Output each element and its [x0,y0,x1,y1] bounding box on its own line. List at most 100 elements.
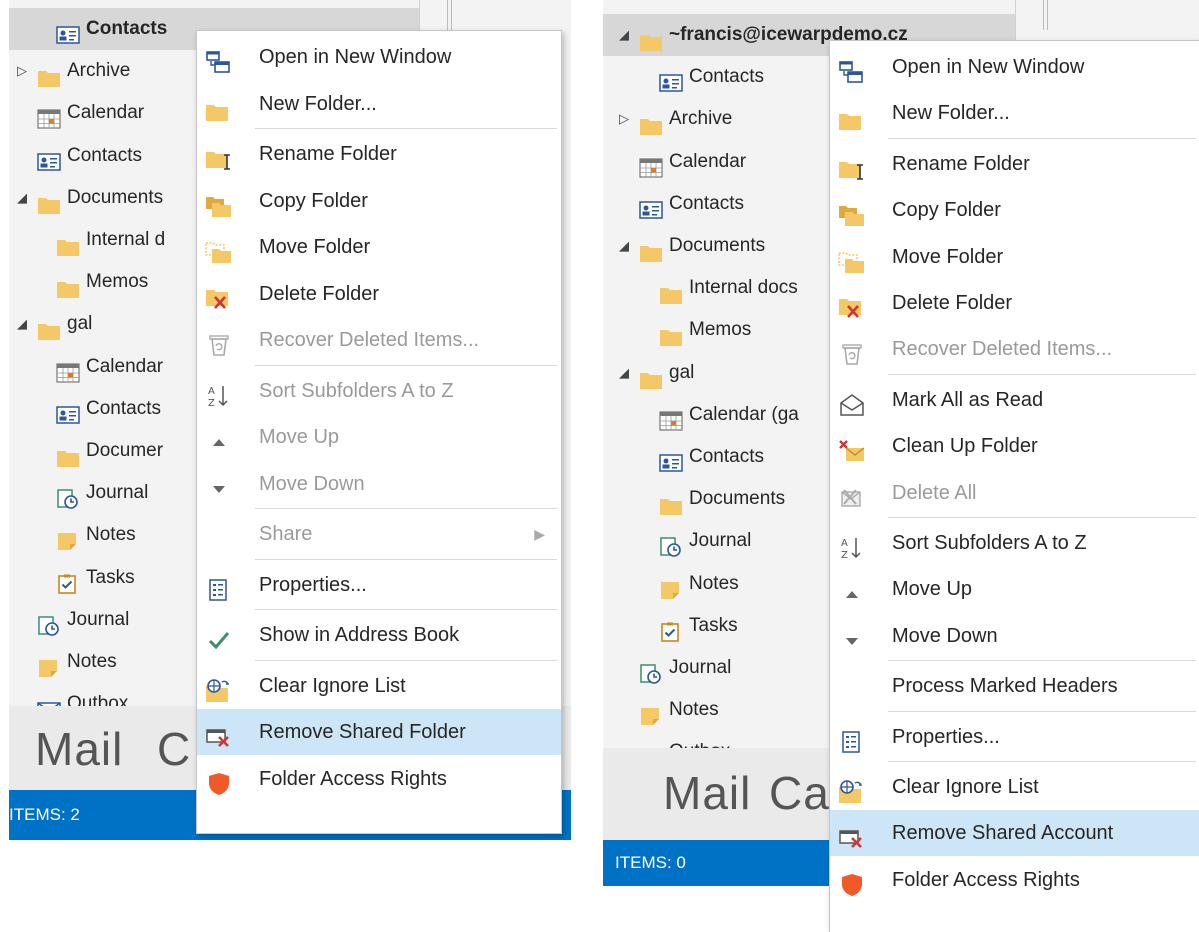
menu-item-rename-folder[interactable]: Rename Folder [197,131,561,177]
menu-item-properties[interactable]: Properties... [830,714,1199,760]
menu-item-delete-folder[interactable]: Delete Folder [197,271,561,317]
expanded-arrow-icon[interactable]: ◢ [15,303,29,345]
contacts-icon [37,146,61,171]
copy-folder-icon [838,198,866,227]
menu-item-new-folder[interactable]: New Folder... [830,90,1199,136]
menu-item-label: Copy Folder [892,199,1001,222]
menu-item-sort-subfolders-a-to-z[interactable]: A Z Sort Subfolders A to Z [197,368,561,414]
folder-icon [56,272,80,299]
folder-icon [56,230,80,256]
menu-item-open-in-new-window[interactable]: Open in New Window [830,44,1199,90]
menu-item-sort-subfolders-a-to-z[interactable]: A Z Sort Subfolders A to Z [830,520,1199,566]
folder-icon [659,278,683,305]
menu-item-label: Folder Access Rights [259,767,447,790]
envelope-open-icon [838,388,866,416]
folder-icon [838,101,866,131]
menu-item-recover-deleted-items[interactable]: Recover Deleted Items... [830,326,1199,372]
menu-item-move-folder[interactable]: Move Folder [197,224,561,270]
menu-item-label: Move Up [892,578,973,601]
calendar-nav-item[interactable]: C [157,722,191,776]
folder-icon [659,489,683,516]
menu-item-remove-shared-folder[interactable]: Remove Shared Folder [197,709,561,755]
expanded-arrow-icon[interactable]: ◢ [617,225,631,267]
notes-icon [639,700,663,726]
menu-item-label: Open in New Window [892,56,1085,78]
menu-item-label: Folder Access Rights [892,868,1080,891]
menu-item-show-in-address-book[interactable]: Show in Address Book [197,612,561,658]
folder-label: Documents [67,186,164,208]
menu-separator [255,558,557,560]
folder-label: Internal docs [689,277,798,299]
folder-label: Journal [67,608,130,630]
menu-item-clear-ignore-list[interactable]: Clear Ignore List [197,663,561,709]
outbox-icon [37,694,61,706]
menu-item-copy-folder[interactable]: Copy Folder [830,187,1199,233]
menu-item-label: Remove Shared Account [892,822,1114,845]
menu-item-mark-all-as-read[interactable]: Mark All as Read [830,377,1199,423]
menu-item-move-up[interactable]: Move Up [197,414,561,460]
expanded-arrow-icon[interactable]: ◢ [15,177,29,219]
menu-item-rename-folder[interactable]: Rename Folder [830,141,1199,187]
menu-item-properties[interactable]: Properties... [197,562,561,608]
journal-icon [659,531,683,558]
menu-item-label: Delete Folder [259,282,380,305]
folder-label: Contacts [86,18,168,39]
menu-item-recover-deleted-items[interactable]: Recover Deleted Items... [197,317,561,363]
contacts-icon [639,194,663,219]
expanded-arrow-icon[interactable]: ◢ [617,352,631,394]
menu-item-label: Share [259,523,313,545]
menu-item-label: Recover Deleted Items... [259,329,480,351]
folder-label: Memos [86,271,149,293]
calendar-icon [37,103,61,129]
menu-item-move-folder[interactable]: Move Folder [830,234,1199,280]
menu-item-open-in-new-window[interactable]: Open in New Window [197,34,561,80]
menu-item-move-down[interactable]: Move Down [197,461,561,507]
notes-icon [56,525,80,551]
menu-item-share[interactable]: Share ▶ [197,511,561,557]
checkmark-icon [205,623,233,650]
menu-item-remove-shared-account[interactable]: Remove Shared Account [830,810,1199,857]
collapsed-arrow-icon[interactable]: ▷ [15,50,29,92]
new-window-icon [838,55,866,83]
menu-separator [255,128,557,129]
menu-item-process-marked-headers[interactable]: Process Marked Headers [830,663,1199,709]
menu-item-move-up[interactable]: Move Up [830,566,1199,612]
menu-item-clear-ignore-list[interactable]: Clear Ignore List [830,764,1199,810]
menu-item-delete-all[interactable]: Delete All [830,470,1199,516]
contacts-icon [56,19,80,44]
scrollbar-grip[interactable] [447,0,452,30]
menu-separator [888,660,1196,662]
folder-label: Contacts [689,66,764,88]
delete-all-icon [838,481,866,507]
folder-label: Journal [86,482,149,504]
copy-folder-icon [205,189,233,217]
remove-shared-icon [205,720,233,747]
recover-icon [838,337,866,366]
svg-text:A: A [208,386,215,397]
menu-item-copy-folder[interactable]: Copy Folder [197,178,561,224]
tasks-icon [56,568,80,594]
menu-separator [888,137,1196,139]
expanded-arrow-icon[interactable]: ◢ [617,14,631,56]
rename-folder-icon [838,152,866,180]
collapsed-arrow-icon[interactable]: ▷ [617,98,631,140]
menu-item-folder-access-rights[interactable]: Folder Access Rights [830,857,1199,903]
mail-nav-item[interactable]: Mail [35,722,123,776]
menu-item-move-down[interactable]: Move Down [830,613,1199,659]
menu-item-label: Remove Shared Folder [259,721,466,743]
scrollbar-grip[interactable] [1043,0,1048,30]
menu-item-new-folder[interactable]: New Folder... [197,81,561,127]
menu-item-folder-access-rights[interactable]: Folder Access Rights [197,756,561,802]
menu-item-clean-up-folder[interactable]: Clean Up Folder [830,423,1199,469]
submenu-arrow-icon: ▶ [534,526,545,542]
menu-separator [888,517,1196,518]
right-context-menu: Open in New Window New Folder... Rename Fo… [829,40,1199,932]
recover-icon [205,328,233,356]
mail-nav-item[interactable]: Mail [663,766,751,820]
menu-item-delete-folder[interactable]: Delete Folder [830,280,1199,326]
shield-icon [205,767,233,795]
folder-icon [639,25,663,51]
up-triangle-icon [205,425,233,449]
folder-label: Memos [689,319,752,341]
folder-label: Contacts [86,397,161,419]
